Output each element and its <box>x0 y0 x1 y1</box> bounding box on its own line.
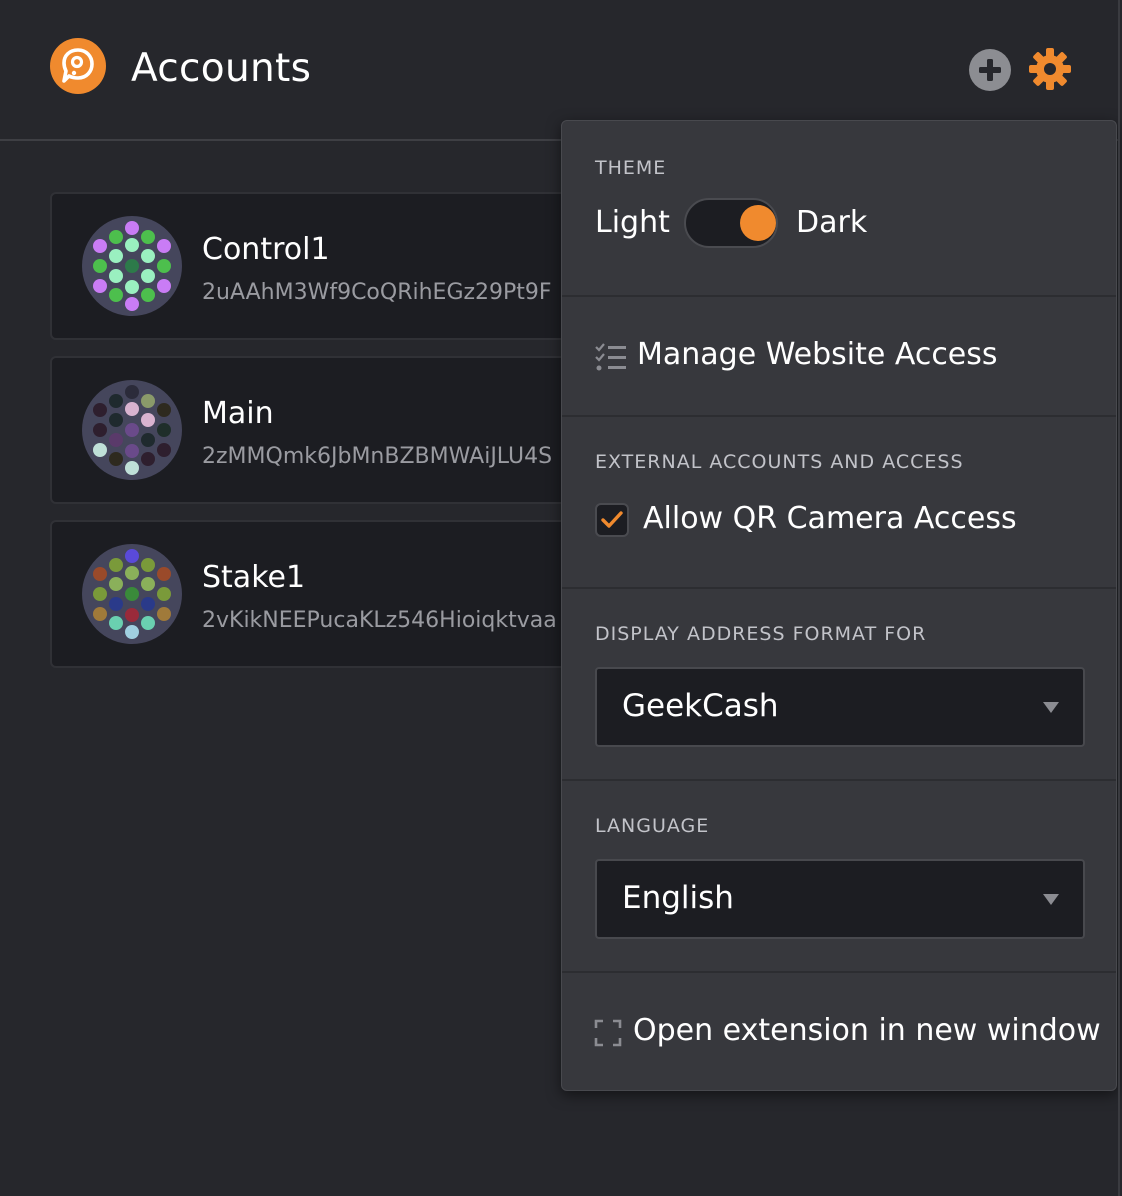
address-format-select[interactable]: GeekCash <box>595 667 1085 747</box>
account-address: 2vKikNEEPucaKLz546Hioiqktvaa <box>202 608 557 633</box>
settings-menu: THEME Light Dark Manage Website Access E… <box>561 120 1117 1091</box>
language-value: English <box>622 880 734 916</box>
plus-circle-icon <box>969 49 1011 91</box>
qr-camera-label[interactable]: Allow QR Camera Access <box>643 501 1017 536</box>
caret-down-icon <box>1043 702 1059 713</box>
toggle-knob <box>740 205 776 241</box>
language-select[interactable]: English <box>595 859 1085 939</box>
settings-button[interactable] <box>1027 46 1073 92</box>
gear-icon <box>1029 48 1071 90</box>
manage-website-access-item[interactable]: Manage Website Access <box>562 297 1116 417</box>
caret-down-icon <box>1043 894 1059 905</box>
external-accounts-label: EXTERNAL ACCOUNTS AND ACCESS <box>595 451 964 473</box>
app-window: Accounts Control1 2uAAhM3Wf9CoQRihEGz29P… <box>0 0 1118 1196</box>
theme-label: THEME <box>595 157 667 179</box>
account-address: 2zMMQmk6JbMnBZBMWAiJLU4S <box>202 444 553 469</box>
theme-light-label: Light <box>595 205 670 240</box>
language-label: LANGUAGE <box>595 815 710 837</box>
checkmark-icon <box>601 511 623 528</box>
theme-toggle[interactable] <box>684 198 778 248</box>
expand-icon <box>594 1019 622 1047</box>
account-name: Control1 <box>202 232 330 267</box>
language-section: LANGUAGE English <box>562 781 1116 973</box>
theme-dark-label: Dark <box>796 205 868 240</box>
polkadot-logo-icon <box>50 38 106 94</box>
address-format-label: DISPLAY ADDRESS FORMAT FOR <box>595 623 927 645</box>
add-account-button[interactable] <box>968 48 1012 92</box>
address-format-section: DISPLAY ADDRESS FORMAT FOR GeekCash <box>562 589 1116 781</box>
account-card[interactable]: Control1 2uAAhM3Wf9CoQRihEGz29Pt9F <box>50 192 610 340</box>
account-name: Stake1 <box>202 560 306 595</box>
window-edge <box>1118 0 1120 1196</box>
manage-website-access-label: Manage Website Access <box>637 337 998 372</box>
checklist-icon <box>595 343 626 371</box>
external-accounts-section: EXTERNAL ACCOUNTS AND ACCESS Allow QR Ca… <box>562 417 1116 589</box>
account-card[interactable]: Stake1 2vKikNEEPucaKLz546Hioiqktvaa <box>50 520 610 668</box>
account-identicon <box>82 216 182 316</box>
account-identicon <box>82 544 182 644</box>
address-format-value: GeekCash <box>622 688 779 724</box>
open-new-window-label: Open extension in new window <box>633 1013 1101 1048</box>
open-new-window-item[interactable]: Open extension in new window <box>562 973 1116 1091</box>
account-name: Main <box>202 396 274 431</box>
theme-section: THEME Light Dark <box>562 121 1116 297</box>
page-title: Accounts <box>131 46 312 91</box>
qr-camera-checkbox[interactable] <box>595 503 629 537</box>
account-address: 2uAAhM3Wf9CoQRihEGz29Pt9F <box>202 280 552 305</box>
account-identicon <box>82 380 182 480</box>
account-card[interactable]: Main 2zMMQmk6JbMnBZBMWAiJLU4S <box>50 356 610 504</box>
